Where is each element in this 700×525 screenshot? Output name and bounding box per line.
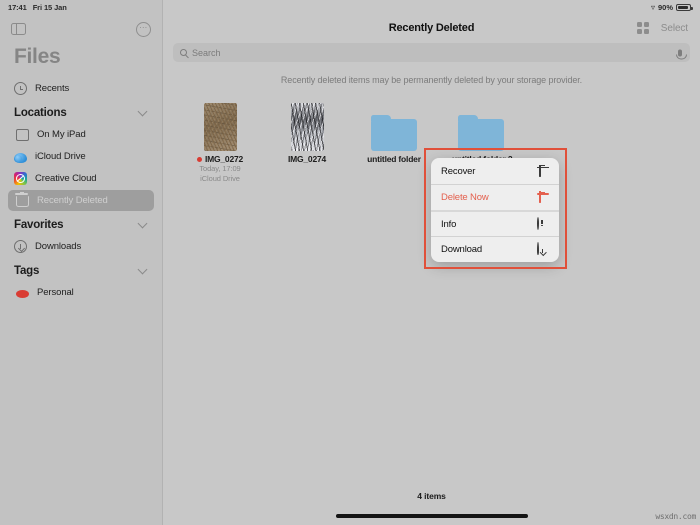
sidebar-item-on-my-ipad[interactable]: On My iPad [8, 124, 154, 145]
sidebar-item-personal-tag[interactable]: Personal [8, 282, 154, 303]
thumbnail [191, 99, 249, 151]
file-item-img-0272[interactable]: IMG_0272 Today, 17:09 iCloud Drive [191, 99, 249, 184]
context-menu-label: Download [441, 244, 483, 255]
battery-percent: 90% [657, 3, 673, 12]
nav-right-actions: Select [636, 15, 688, 41]
folder-icon [458, 115, 504, 151]
sidebar-item-creative-cloud[interactable]: Creative Cloud [8, 168, 154, 189]
sidebar-item-label: Downloads [35, 241, 82, 252]
thumbnail [365, 99, 423, 151]
photo-thumbnail-icon [290, 103, 324, 151]
sidebar-item-recents[interactable]: Recents [8, 78, 154, 99]
tag-dot-icon [16, 289, 29, 298]
item-count-label: 4 items [417, 491, 446, 501]
ipad-icon [16, 128, 29, 141]
chevron-down-icon[interactable] [137, 218, 148, 229]
search-icon [180, 49, 187, 56]
grid-view-icon[interactable] [636, 22, 649, 34]
sidebar-section-tags[interactable]: Tags [0, 258, 162, 281]
sidebar-item-recently-deleted[interactable]: Recently Deleted [8, 190, 154, 211]
file-item-img-0274[interactable]: IMG_0274 [278, 99, 336, 184]
file-subtitle-location: iCloud Drive [200, 174, 240, 183]
recover-icon [539, 164, 541, 177]
search-placeholder: Search [192, 47, 221, 58]
trash-red-icon [539, 191, 541, 203]
download-cloud-icon [537, 242, 539, 255]
creative-cloud-icon [14, 172, 27, 185]
chevron-down-icon[interactable] [137, 106, 148, 117]
section-title: Favorites [14, 219, 64, 231]
sidebar-section-favorites[interactable]: Favorites [0, 212, 162, 235]
sidebar-toggle-icon[interactable] [11, 22, 26, 36]
more-ellipsis-icon[interactable]: ⋯ [136, 21, 151, 37]
sidebar-item-label: Recently Deleted [37, 195, 108, 206]
thumbnail [278, 99, 336, 151]
status-bar-left: 17:41 Fri 15 Jan [0, 0, 162, 15]
sidebar-item-icloud-drive[interactable]: iCloud Drive [8, 146, 154, 167]
file-item-untitled-folder[interactable]: untitled folder [365, 99, 423, 184]
trash-icon [15, 191, 29, 207]
battery-icon [676, 3, 693, 12]
file-name-label: untitled folder [367, 154, 421, 164]
context-menu-label: Delete Now [441, 192, 489, 203]
context-menu-label: Recover [441, 165, 476, 177]
sidebar-item-label: Personal [37, 287, 74, 298]
sidebar-item-downloads[interactable]: Downloads [8, 236, 154, 257]
section-title: Tags [14, 265, 40, 277]
download-circle-icon [14, 240, 27, 253]
context-menu-item-info[interactable]: Info [431, 210, 559, 236]
watermark: wsxdn.com [655, 512, 696, 521]
info-circle-icon [537, 216, 539, 230]
chevron-down-icon[interactable] [137, 264, 148, 275]
file-name-label: IMG_0274 [287, 154, 327, 164]
tag-dot-icon [196, 156, 202, 162]
icloud-icon [14, 152, 27, 163]
sidebar-item-label: Creative Cloud [35, 173, 97, 184]
search-bar-container: Search [163, 41, 700, 67]
status-time: 17:41 [8, 3, 27, 12]
context-menu-label: Info [441, 218, 457, 230]
wifi-icon: ▿ [650, 2, 655, 12]
status-bar-right: ▿ 90% [163, 0, 700, 15]
nav-title: Recently Deleted [388, 22, 475, 34]
sidebar-item-label: On My iPad [37, 129, 86, 140]
file-name: IMG_0272 [191, 154, 249, 164]
context-menu-item-recover[interactable]: Recover [431, 158, 559, 184]
section-title: Locations [14, 107, 67, 119]
thumbnail [452, 99, 510, 151]
photo-thumbnail-icon [203, 103, 237, 151]
sidebar-item-label: iCloud Drive [35, 151, 86, 162]
microphone-icon[interactable] [675, 49, 687, 59]
search-input[interactable]: Search [173, 43, 690, 62]
clock-icon [14, 82, 27, 95]
folder-icon [371, 115, 417, 151]
sidebar: 17:41 Fri 15 Jan ⋯ Files Recents Locatio… [0, 0, 163, 525]
context-menu: Recover Delete Now Info Download [431, 158, 559, 262]
main-content: ▿ 90% Recently Deleted Select Search Rec… [163, 0, 700, 525]
page-title: Files [14, 45, 61, 68]
select-button[interactable]: Select [661, 23, 688, 34]
context-menu-item-download[interactable]: Download [431, 236, 559, 262]
status-date: Fri 15 Jan [32, 3, 67, 12]
nav-bar: Recently Deleted Select [163, 15, 700, 41]
sidebar-item-label: Recents [35, 83, 70, 94]
file-subtitle-date: Today, 17:09 [199, 164, 241, 173]
ipad-files-screen: 17:41 Fri 15 Jan ⋯ Files Recents Locatio… [0, 0, 700, 525]
context-menu-item-delete-now[interactable]: Delete Now [431, 184, 559, 210]
home-indicator[interactable] [335, 514, 528, 518]
recently-deleted-notice: Recently deleted items may be permanentl… [280, 75, 583, 85]
sidebar-section-locations[interactable]: Locations [0, 100, 162, 123]
sidebar-toolbar: ⋯ [0, 15, 162, 43]
file-name-label: IMG_0272 [204, 154, 244, 164]
